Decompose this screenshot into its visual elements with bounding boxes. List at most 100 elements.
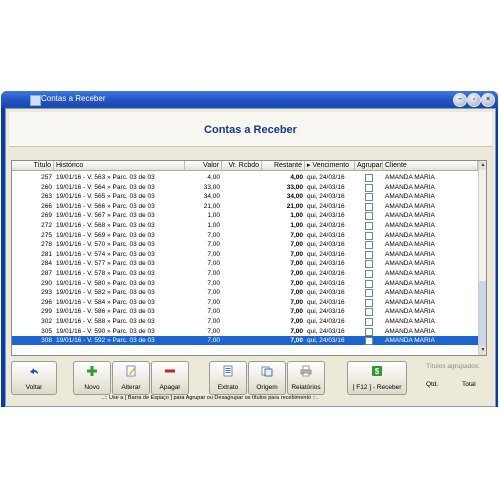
column-header-restante[interactable]: Restante (262, 161, 305, 171)
row-valor: 7,00 (207, 241, 220, 249)
minimize-icon[interactable]: – (453, 93, 467, 107)
scroll-down-icon[interactable]: ▼ (479, 346, 486, 355)
receber-button[interactable]: $ [ F12 ] - Receber (347, 361, 407, 395)
agrupar-checkbox[interactable] (365, 260, 373, 269)
table-row[interactable]: 278 19/01/16 - V. 570 » Parc. 03 de 03 7,0… (12, 240, 478, 250)
table-row[interactable]: 299 19/01/16 - V. 586 » Parc. 03 de 03 7,0… (12, 307, 478, 317)
svg-text:$: $ (375, 367, 380, 376)
row-titulo: 296 (41, 298, 52, 306)
row-restante: 7,00 (290, 327, 303, 335)
row-titulo: 290 (41, 279, 52, 287)
row-vencimento: qui, 24/03/16 (307, 289, 345, 297)
row-restante: 7,00 (290, 318, 303, 325)
table-row[interactable]: 266 19/01/16 - V. 566 » Parc. 03 de 03 21,… (12, 202, 478, 211)
table-row[interactable]: 287 19/01/16 - V. 578 » Parc. 03 de 03 7,0… (12, 269, 478, 278)
table-row[interactable]: 290 19/01/16 - V. 580 » Parc. 03 de 03 7,0… (12, 279, 478, 288)
table-row[interactable]: 263 19/01/16 - V. 565 » Parc. 03 de 03 34,… (12, 192, 478, 202)
table-row[interactable]: 269 19/01/16 - V. 567 » Parc. 03 de 03 1,0… (12, 211, 478, 221)
row-cliente: AMANDA MARIA (385, 270, 435, 277)
apagar-button[interactable]: Apagar (151, 361, 189, 395)
row-historico: 19/01/16 - V. 590 » Parc. 03 de 03 (56, 327, 155, 335)
row-cliente: AMANDA MARIA (385, 337, 435, 345)
minus-icon (165, 369, 175, 373)
back-arrow-icon (30, 368, 38, 374)
column-header-historico[interactable]: Histórico (54, 161, 185, 171)
close-icon[interactable]: × (481, 93, 495, 107)
row-historico: 19/01/16 - V. 578 » Parc. 03 de 03 (56, 270, 155, 277)
table-row[interactable]: 284 19/01/16 - V. 577 » Parc. 03 de 03 7,0… (12, 259, 478, 269)
agrupar-checkbox[interactable] (365, 241, 373, 250)
row-titulo: 284 (41, 260, 52, 268)
row-titulo: 263 (41, 193, 52, 201)
agrupar-checkbox[interactable] (365, 183, 373, 192)
agrupar-checkbox[interactable] (365, 193, 373, 202)
row-restante: 4,00 (290, 174, 303, 181)
row-cliente: AMANDA MARIA (385, 289, 435, 297)
agrupar-checkbox[interactable] (365, 202, 373, 211)
row-historico: 19/01/16 - V. 584 » Parc. 03 de 03 (56, 298, 155, 306)
receivables-grid[interactable]: Título Histórico Valor Vr. Rcbdo Restant… (11, 160, 487, 356)
voltar-label: Voltar (25, 384, 43, 391)
row-valor: 7,00 (207, 337, 220, 345)
agrupar-checkbox[interactable] (365, 318, 373, 326)
table-row[interactable]: 275 19/01/16 - V. 569 » Parc. 03 de 03 7,0… (12, 231, 478, 240)
row-vencimento: qui, 24/03/16 (307, 174, 345, 181)
origem-button[interactable]: Origem (248, 361, 286, 395)
row-valor: 7,00 (207, 308, 220, 316)
row-cliente: AMANDA MARIA (385, 308, 435, 316)
column-header-agrupar[interactable]: Agrupar (355, 161, 383, 171)
agrupar-checkbox[interactable] (365, 212, 373, 221)
agrupar-checkbox[interactable] (365, 337, 373, 346)
row-titulo: 302 (41, 318, 52, 325)
agrupar-checkbox[interactable] (365, 222, 373, 230)
agrupar-checkbox[interactable] (365, 231, 373, 240)
agrupar-checkbox[interactable] (365, 250, 373, 259)
page-title: Contas a Receber (204, 124, 297, 136)
scroll-up-icon[interactable]: ▲ (479, 161, 486, 170)
row-valor: 4,00 (207, 174, 220, 181)
alterar-button[interactable]: Alterar (112, 361, 150, 395)
row-restante: 21,00 (286, 202, 303, 210)
agrupar-checkbox[interactable] (365, 279, 373, 288)
agrupar-checkbox[interactable] (365, 298, 373, 307)
agrupar-checkbox[interactable] (365, 327, 373, 336)
vertical-scrollbar[interactable]: ▲ ▼ (478, 161, 486, 355)
agrupar-checkbox[interactable] (365, 174, 373, 182)
row-restante: 7,00 (290, 241, 303, 249)
statement-icon (223, 365, 233, 377)
agrupar-checkbox[interactable] (365, 270, 373, 278)
voltar-button[interactable]: Voltar (11, 361, 57, 395)
relatorios-button[interactable]: Relatórios (287, 361, 325, 395)
column-header-cliente[interactable]: Cliente (383, 161, 478, 171)
extrato-button[interactable]: Extrato (209, 361, 247, 395)
table-row[interactable]: 308 19/01/16 - V. 592 » Parc. 03 de 03 7,0… (12, 336, 478, 346)
row-vencimento: qui, 24/03/16 (307, 212, 345, 220)
column-header-titulo[interactable]: Título (12, 161, 54, 171)
table-row[interactable]: 260 19/01/16 - V. 564 » Parc. 03 de 03 33,… (12, 183, 478, 192)
novo-button[interactable]: Novo (73, 361, 111, 395)
column-header-valor[interactable]: Valor (185, 161, 222, 171)
table-row[interactable]: 305 19/01/16 - V. 590 » Parc. 03 de 03 7,0… (12, 327, 478, 336)
table-row[interactable]: 281 19/01/16 - V. 574 » Parc. 03 de 03 7,0… (12, 250, 478, 259)
row-vencimento: qui, 24/03/16 (307, 241, 345, 249)
table-row[interactable]: 302 19/01/16 - V. 588 » Parc. 03 de 03 7,0… (12, 317, 478, 326)
row-cliente: AMANDA MARIA (385, 193, 435, 201)
row-valor: 7,00 (207, 327, 220, 335)
row-cliente: AMANDA MARIA (385, 231, 435, 239)
row-restante: 7,00 (290, 231, 303, 239)
agrupar-checkbox[interactable] (365, 289, 373, 298)
row-cliente: AMANDA MARIA (385, 318, 435, 325)
table-row[interactable]: 293 19/01/16 - V. 582 » Parc. 03 de 03 7,0… (12, 288, 478, 298)
table-row[interactable]: 257 19/01/16 - V. 563 » Parc. 03 de 03 4,0… (12, 173, 478, 182)
summary-qtd-label: Qtd. (426, 381, 439, 388)
title-bar[interactable]: Contas a Receber – ▫ × (1, 91, 498, 108)
column-header-vencimento[interactable]: ▸ Vencimento (305, 161, 355, 171)
scroll-thumb[interactable] (479, 281, 486, 347)
column-header-recebido[interactable]: Vr. Rcbdo (222, 161, 262, 171)
row-titulo: 305 (41, 327, 52, 335)
table-row[interactable]: 296 19/01/16 - V. 584 » Parc. 03 de 03 7,0… (12, 298, 478, 307)
table-row[interactable]: 272 19/01/16 - V. 568 » Parc. 03 de 03 1,0… (12, 221, 478, 230)
row-titulo: 299 (41, 308, 52, 316)
agrupar-checkbox[interactable] (365, 308, 373, 317)
restore-icon[interactable]: ▫ (467, 93, 481, 107)
